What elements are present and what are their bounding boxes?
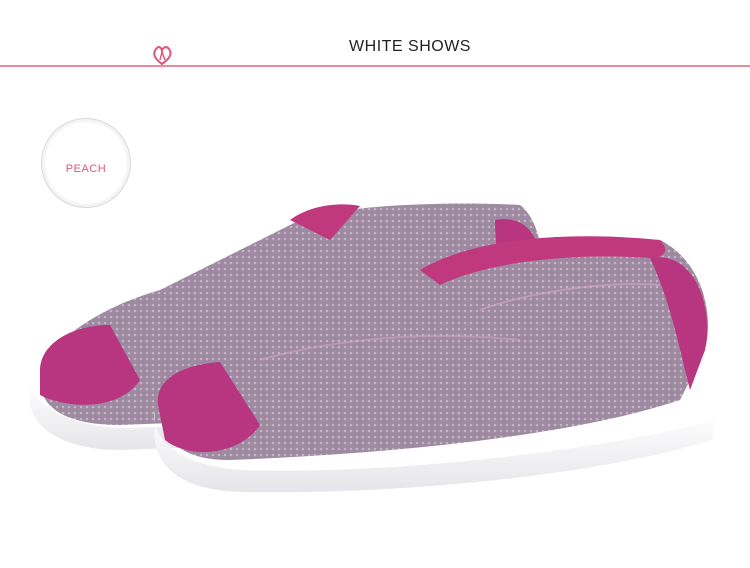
header: WHITE SHOWS — [0, 0, 750, 80]
divider — [0, 65, 750, 67]
page-title: WHITE SHOWS — [349, 38, 471, 55]
product-photo — [30, 203, 715, 493]
